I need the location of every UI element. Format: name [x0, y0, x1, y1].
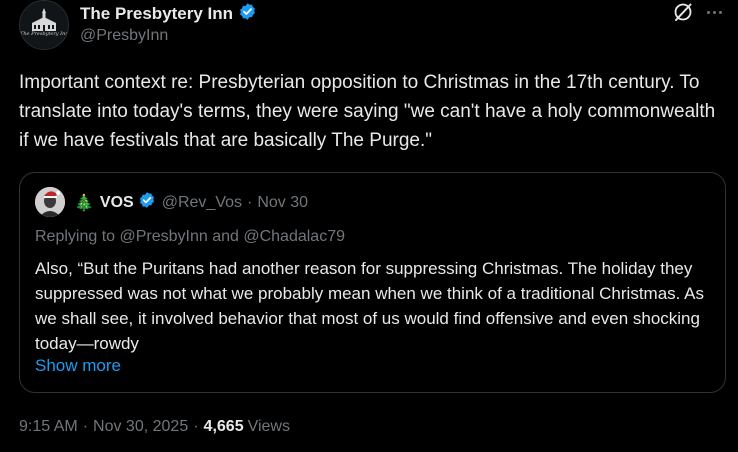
post-time[interactable]: 9:15 AM: [19, 418, 78, 436]
meta-separator: ·: [193, 418, 199, 435]
views-label: Views: [247, 418, 290, 435]
quoted-post[interactable]: 🎄 VOS @Rev_Vos · Nov 30 Replying to @Pre…: [19, 172, 726, 393]
author-avatar[interactable]: The Presbytery Inn: [19, 0, 69, 50]
quoted-separator: ·: [247, 193, 253, 211]
show-more-link[interactable]: Show more: [35, 356, 121, 376]
quoted-handle[interactable]: @Rev_Vos: [162, 194, 242, 212]
verified-badge-icon: [238, 2, 257, 26]
grok-icon[interactable]: [672, 1, 694, 23]
inn-building-icon: [20, 1, 68, 49]
views-count: 4,665: [203, 418, 244, 435]
post-date[interactable]: Nov 30, 2025: [93, 418, 188, 436]
author-display-name[interactable]: The Presbytery Inn: [80, 4, 233, 24]
author-handle[interactable]: @PresbyInn: [80, 27, 168, 45]
avatar-caption: The Presbytery Inn: [20, 31, 69, 37]
meta-separator: ·: [82, 418, 89, 435]
post-meta: 9:15 AM · Nov 30, 2025 · 4,665 Views: [19, 418, 290, 436]
quoted-text: Also, “But the Puritans had another reas…: [35, 259, 705, 353]
post-text: Important context re: Presbyterian oppos…: [19, 72, 716, 151]
quoted-date[interactable]: Nov 30: [257, 194, 308, 212]
verified-badge-icon: [138, 191, 156, 214]
quoted-display-name[interactable]: VOS: [100, 194, 134, 212]
author-name-row: The Presbytery Inn: [80, 2, 257, 26]
quoted-replying-to: Replying to @PresbyInn and @Chadalac79: [35, 228, 345, 245]
more-icon[interactable]: [703, 1, 725, 23]
quoted-author-avatar[interactable]: [35, 187, 65, 217]
christmas-tree-icon: 🎄: [74, 194, 94, 212]
post: The Presbytery Inn The Presbytery Inn @P…: [0, 0, 738, 452]
quoted-header: 🎄 VOS @Rev_Vos · Nov 30: [74, 191, 308, 214]
